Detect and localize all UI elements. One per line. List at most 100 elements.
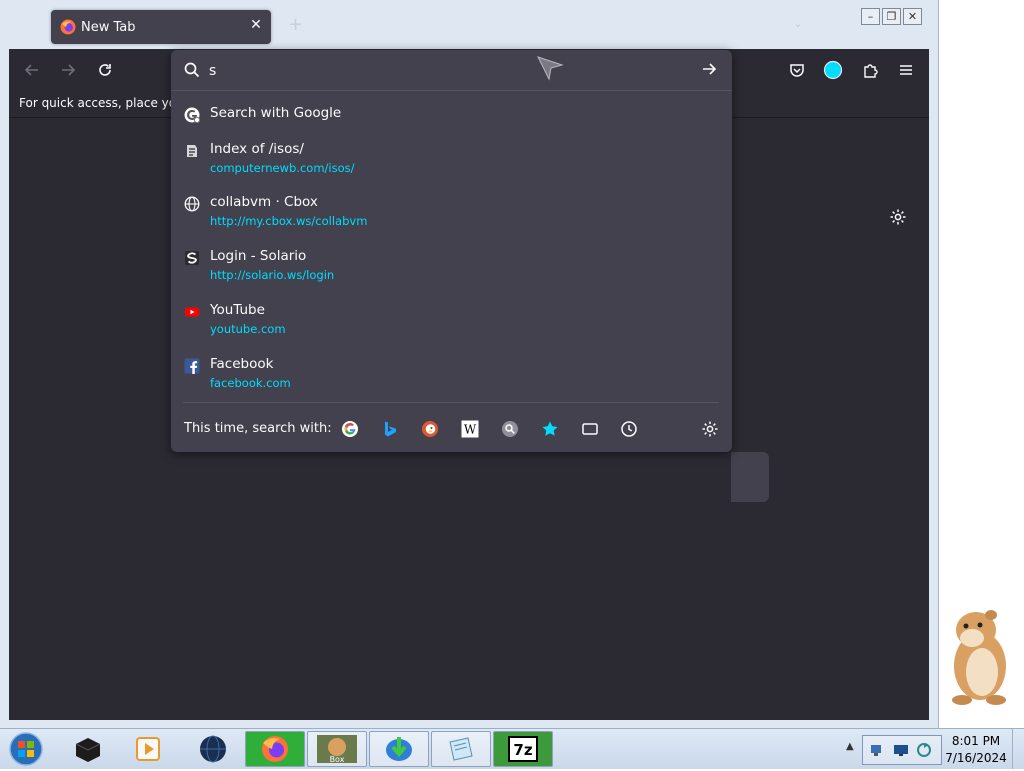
duckduckgo-icon: [422, 421, 438, 437]
tabs-search-button[interactable]: [579, 418, 601, 440]
pocket-button[interactable]: [786, 59, 808, 81]
result-facebook[interactable]: Facebook facebook.com: [179, 356, 724, 406]
taskbar-7zip[interactable]: 7z: [493, 731, 553, 767]
svg-text:Box: Box: [330, 755, 345, 764]
youtube-icon: [184, 304, 200, 320]
wikipedia-icon: W: [461, 420, 479, 438]
facebook-icon: [184, 358, 200, 374]
clock-time[interactable]: 8:01 PM: [948, 734, 1004, 748]
extensions-button[interactable]: [859, 59, 881, 81]
url-input[interactable]: [207, 59, 691, 83]
result-url: youtube.com: [210, 322, 286, 336]
tab-close-button[interactable]: ✕: [247, 17, 265, 33]
bookmarks-search-button[interactable]: [539, 418, 561, 440]
result-login-solario[interactable]: Login - Solario http://solario.ws/login: [179, 248, 724, 298]
result-title: Facebook: [210, 356, 274, 372]
show-desktop-button[interactable]: [1012, 729, 1024, 769]
tab-icon: [582, 423, 598, 435]
result-url: http://solario.ws/login: [210, 268, 335, 282]
solario-icon: [184, 250, 200, 266]
forward-arrow-icon: [62, 64, 76, 76]
hamburger-menu-icon: [900, 65, 912, 75]
tab-title: New Tab: [81, 20, 136, 35]
taskbar-download-manager[interactable]: [369, 731, 429, 767]
network-icon[interactable]: [869, 742, 885, 758]
monitor-icon[interactable]: [893, 742, 909, 758]
newtab-settings-button[interactable]: [889, 208, 907, 230]
taskbar-virtualbox[interactable]: [58, 731, 118, 767]
engine-google-button[interactable]: [339, 418, 361, 440]
download-manager-icon: [386, 737, 412, 761]
gear-icon: [702, 421, 718, 437]
engine-wikipedia-button[interactable]: W: [459, 418, 481, 440]
svg-text:7z: 7z: [513, 741, 532, 759]
mouse-pointer-icon: [536, 53, 564, 85]
result-youtube[interactable]: YouTube youtube.com: [179, 302, 724, 352]
google-icon: [342, 421, 358, 437]
account-button[interactable]: [822, 59, 844, 81]
one-off-search-label: This time, search with:: [184, 421, 332, 436]
back-arrow-icon: [24, 64, 38, 76]
list-all-tabs-button[interactable]: ⌄: [793, 16, 803, 30]
result-index-isos[interactable]: Index of /isos/ computernewb.com/isos/: [179, 141, 724, 191]
urlbar: [171, 50, 732, 91]
clock-date[interactable]: 7/16/2024: [944, 751, 1008, 765]
result-title: Search with Google: [210, 105, 342, 121]
firefox-icon: [60, 19, 76, 35]
result-title: collabvm · Cbox: [210, 194, 318, 210]
system-tray: ▲: [840, 731, 942, 767]
arrow-right-icon: [703, 63, 717, 75]
account-avatar-icon: [823, 60, 843, 80]
black-box-icon: [75, 738, 101, 762]
back-button[interactable]: [21, 59, 43, 81]
gear-icon: [890, 209, 906, 225]
engine-duckduckgo-button[interactable]: [419, 418, 441, 440]
result-url: computernewb.com/isos/: [210, 161, 355, 175]
dark-globe-icon: [200, 735, 226, 763]
search-settings-button[interactable]: [699, 418, 721, 440]
start-button[interactable]: [6, 731, 46, 767]
close-window-button[interactable]: ✕: [903, 8, 922, 25]
result-title: Login - Solario: [210, 248, 307, 264]
star-icon: [542, 421, 558, 436]
firefox-icon: [262, 736, 288, 762]
go-button[interactable]: [700, 60, 718, 82]
tab-new-tab[interactable]: New Tab ✕: [51, 10, 271, 44]
pocket-icon: [790, 64, 804, 77]
site-icon: [184, 143, 200, 159]
google-search-icon: [184, 107, 200, 123]
sync-icon[interactable]: [916, 742, 932, 758]
reload-icon: [99, 64, 111, 76]
bing-icon: [385, 421, 396, 437]
puzzle-icon: [864, 64, 878, 78]
media-player-icon: [136, 737, 160, 761]
result-url: http://my.cbox.ws/collabvm: [210, 214, 368, 228]
taskbar: Box 7z ▲ 8:01 PM 7/16/2024: [0, 728, 1024, 769]
history-search-button[interactable]: [618, 418, 640, 440]
box-app-icon: Box: [317, 735, 357, 764]
forward-button[interactable]: [57, 59, 79, 81]
reload-button[interactable]: [94, 59, 116, 81]
search-icon: [183, 61, 201, 83]
result-title: Index of /isos/: [210, 141, 304, 157]
maximize-button[interactable]: ❐: [882, 8, 901, 25]
result-collabvm-cbox[interactable]: collabvm · Cbox http://my.cbox.ws/collab…: [179, 194, 724, 244]
taskbar-notepad[interactable]: [431, 731, 491, 767]
app-menu-button[interactable]: [895, 59, 917, 81]
result-title: YouTube: [210, 302, 265, 318]
hamster-desktop-pet[interactable]: [938, 600, 1018, 714]
taskbar-firefox[interactable]: [245, 731, 305, 767]
taskbar-globe-app[interactable]: [183, 731, 243, 767]
svg-text:W: W: [464, 423, 477, 437]
notepad-icon: [449, 737, 473, 761]
taskbar-media-player[interactable]: [118, 731, 178, 767]
minimize-button[interactable]: –: [861, 8, 880, 25]
engine-bing-button[interactable]: [379, 418, 401, 440]
engine-search-button[interactable]: [499, 418, 521, 440]
7zip-icon: 7z: [508, 736, 538, 762]
tray-expand-icon[interactable]: ▲: [846, 741, 854, 752]
newtab-search-box-edge: [731, 452, 769, 502]
new-tab-button[interactable]: +: [288, 14, 303, 35]
urlbar-dropdown: Search with Google Index of /isos/ compu…: [171, 50, 732, 452]
taskbar-ubuntu-box[interactable]: Box: [307, 731, 367, 767]
